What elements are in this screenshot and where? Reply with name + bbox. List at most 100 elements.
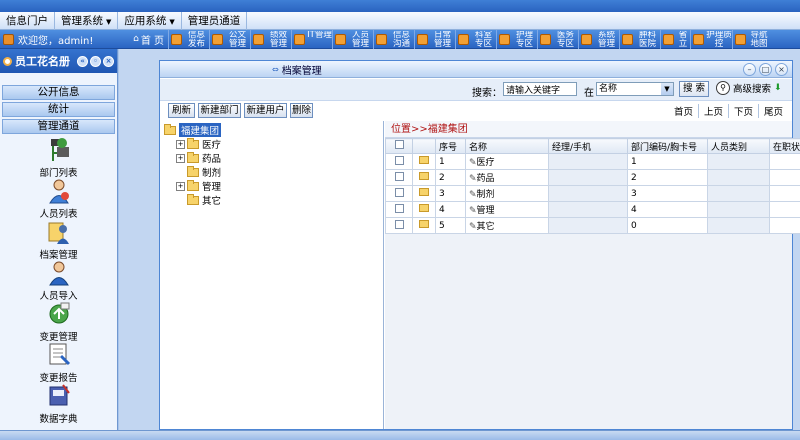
type-cell	[707, 201, 770, 218]
home-link[interactable]: ⌂ 首 页	[121, 32, 168, 47]
name-cell[interactable]: ✎其它	[465, 217, 549, 234]
nav-item-13[interactable]: 护理质控	[690, 29, 732, 49]
left-nav-item-2[interactable]: 档案管理	[0, 222, 117, 263]
arrow-down-icon: ⬇	[774, 83, 782, 93]
left-nav-item-label: 变更管理	[39, 332, 78, 343]
nav-item-6[interactable]: 日常管理	[414, 29, 455, 49]
table-row[interactable]: 1 ✎医疗 1	[385, 153, 800, 170]
select-all-checkbox[interactable]	[394, 140, 404, 149]
nav-item-5[interactable]: 信息沟通	[373, 29, 414, 49]
code-cell: 2	[627, 169, 708, 186]
advanced-search-link[interactable]: ⚲ 高级搜索 ⬇	[716, 81, 782, 95]
new-department-button[interactable]: 新建部门	[198, 103, 241, 118]
management-channel-button[interactable]: 管理通道	[2, 119, 115, 134]
folder-icon	[419, 204, 429, 212]
close-icon[interactable]: ×	[775, 63, 788, 76]
left-nav-item-label: 数据字典	[39, 414, 78, 425]
next-page-link[interactable]: 下页	[727, 104, 758, 118]
name-cell[interactable]: ✎制剂	[465, 185, 549, 202]
nav-item-0[interactable]: 信息发布	[168, 29, 209, 49]
name-cell[interactable]: ✎药品	[465, 169, 549, 186]
expand-icon[interactable]: +	[176, 181, 185, 191]
row-checkbox[interactable]	[394, 187, 404, 197]
tree-node[interactable]: + 医疗	[176, 137, 383, 151]
app-page: 信息门户 管理系统 ▼ 应用系统 ▼ 管理员通道 欢迎您，admin! ⌂ 首 页 信…	[0, 0, 800, 440]
table-row[interactable]: 2 ✎药品 2	[385, 169, 800, 186]
menu-label: 应用系统	[124, 14, 167, 27]
row-checkbox[interactable]	[394, 219, 404, 229]
nav-item-8[interactable]: 护理专区	[496, 29, 537, 49]
folder-cell	[412, 153, 436, 170]
statistics-button[interactable]: 统计	[2, 102, 115, 117]
nav-item-10[interactable]: 系统管理	[578, 29, 619, 49]
last-page-link[interactable]: 尾页	[757, 104, 788, 118]
name-cell[interactable]: ✎管理	[465, 201, 549, 218]
nav-app-icon	[212, 33, 223, 45]
nav-item-11[interactable]: 肿科医院	[619, 29, 660, 49]
tree-node[interactable]: + 药品	[176, 151, 383, 165]
minimize-icon[interactable]: –	[743, 63, 756, 76]
menu-application-system[interactable]: 应用系统 ▼	[118, 11, 182, 30]
left-nav-item-1[interactable]: 人员列表	[0, 179, 117, 222]
folder-icon	[419, 156, 429, 164]
column-header: 人员类别	[707, 138, 770, 154]
dropdown-arrow-icon: ▼	[169, 17, 175, 26]
menu-management-system[interactable]: 管理系统 ▼	[55, 11, 119, 30]
nav-item-2[interactable]: 绩效管理	[250, 29, 291, 49]
public-info-button[interactable]: 公开信息	[2, 85, 115, 100]
table-row[interactable]: 3 ✎制剂 3	[385, 185, 800, 202]
left-nav-item-3[interactable]: 人员导入	[0, 260, 117, 304]
search-button[interactable]: 搜 索	[679, 81, 709, 97]
search-field-select[interactable]: 名称 ▼	[596, 82, 674, 96]
first-page-link[interactable]: 首页	[669, 104, 698, 118]
nav-item-4[interactable]: 人员管理	[332, 29, 373, 49]
table-row[interactable]: 4 ✎管理 4	[385, 201, 800, 218]
row-checkbox[interactable]	[394, 171, 404, 181]
expand-icon[interactable]: +	[176, 153, 185, 163]
column-header-label: 序号	[439, 142, 458, 153]
tree-root[interactable]: 福建集团	[164, 123, 383, 137]
tree-node[interactable]: 其它	[176, 193, 383, 207]
left-nav-item-6[interactable]: 数据字典	[0, 384, 117, 427]
nav-item-12[interactable]: 省立	[660, 29, 690, 49]
refresh-button[interactable]: 刷新	[168, 103, 195, 118]
menu-admin-channel[interactable]: 管理员通道	[182, 11, 248, 30]
nav-item-14[interactable]: 导航地图	[732, 29, 770, 49]
tab-archive-management[interactable]: ⇔ 档案管理	[272, 62, 322, 77]
search-in-label: 在	[584, 88, 594, 99]
folder-cell	[412, 217, 436, 234]
nav-item-7[interactable]: 科室专区	[455, 29, 496, 49]
maximize-icon[interactable]: □	[759, 63, 772, 76]
left-nav-item-5[interactable]: 变更报告	[0, 343, 117, 386]
prev-page-link[interactable]: 上页	[697, 104, 728, 118]
row-checkbox[interactable]	[394, 203, 404, 213]
restore-icon[interactable]: ◦	[90, 55, 101, 67]
collapse-icon[interactable]: «	[77, 55, 88, 67]
tree-children: + 医疗 + 药品 制剂 + 管理 其它	[160, 137, 383, 207]
menu-info-portal[interactable]: 信息门户	[0, 11, 55, 30]
search-input[interactable]	[503, 82, 577, 96]
tree-node[interactable]: 制剂	[176, 165, 383, 179]
manager-cell	[548, 217, 628, 234]
nav-app-icon	[458, 33, 469, 45]
status-cell	[769, 153, 800, 170]
left-nav-item-label: 档案管理	[39, 250, 78, 261]
nav-item-3[interactable]: IT管理	[291, 29, 332, 49]
nav-item-label: 人员管理	[351, 30, 369, 48]
nav-bar: 欢迎您，admin! ⌂ 首 页 信息发布 公文管理 绩效管理 IT管理 人员管理 信息沟通…	[0, 29, 800, 49]
row-checkbox[interactable]	[394, 155, 404, 165]
tree-node[interactable]: + 管理	[176, 179, 383, 193]
delete-button[interactable]: 删除	[290, 103, 313, 118]
new-user-button[interactable]: 新建用户	[244, 103, 287, 118]
close-icon[interactable]: ×	[103, 55, 114, 67]
nav-item-9[interactable]: 医务专区	[537, 29, 578, 49]
left-nav-item-4[interactable]: 变更管理	[0, 302, 117, 345]
name-cell[interactable]: ✎医疗	[465, 153, 549, 170]
edit-icon: ✎	[469, 158, 477, 168]
nav-item-1[interactable]: 公文管理	[209, 29, 250, 49]
folder-icon	[419, 188, 429, 196]
left-nav-item-0[interactable]: 部门列表	[0, 138, 117, 181]
table-row[interactable]: 5 ✎其它 0	[385, 217, 800, 234]
import-person-icon	[47, 260, 71, 286]
expand-icon[interactable]: +	[176, 139, 185, 149]
